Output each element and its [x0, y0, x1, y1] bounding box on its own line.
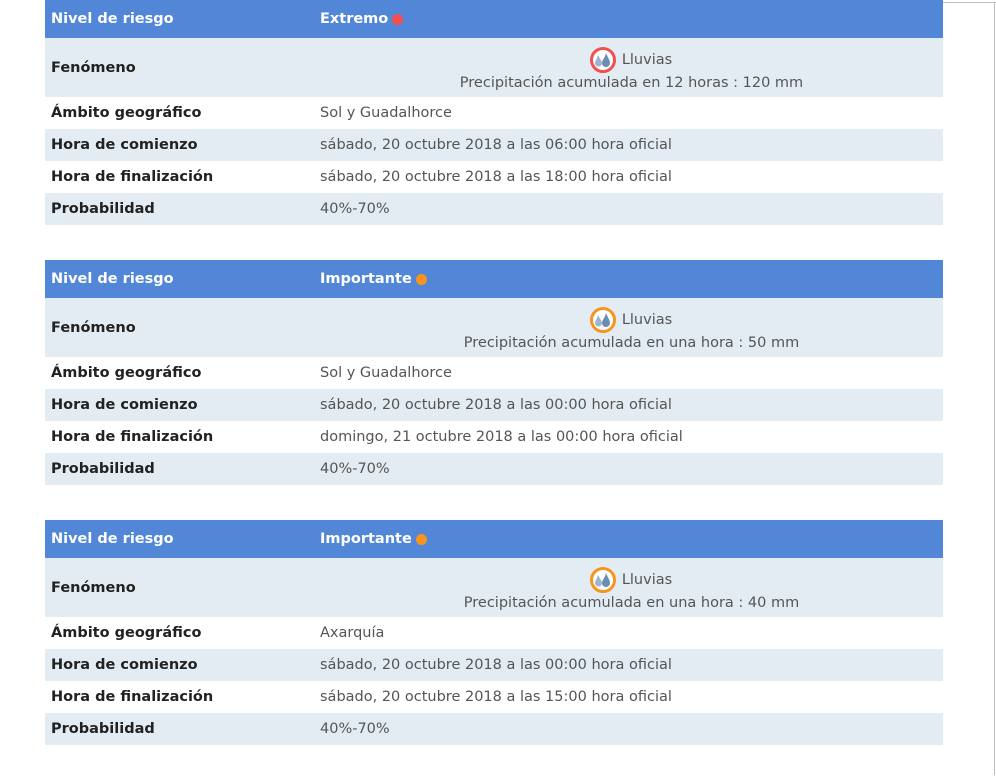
rain-drops-icon	[589, 306, 616, 333]
rain-drops-icon	[589, 566, 616, 593]
frame-border-top	[942, 2, 996, 3]
phenomenon-value: Lluvias Precipitación acumulada en una h…	[320, 558, 943, 617]
end-label: Hora de finalización	[51, 429, 214, 445]
start-row: Hora de comienzo sábado, 20 octubre 2018…	[45, 389, 943, 421]
start-label: Hora de comienzo	[51, 137, 198, 153]
alert-header-row: Nivel de riesgo Extremo	[45, 0, 943, 38]
start-value: sábado, 20 octubre 2018 a las 00:00 hora…	[320, 657, 672, 673]
end-row: Hora de finalización domingo, 21 octubre…	[45, 421, 943, 453]
alert-table: Nivel de riesgo Extremo Fenómeno Lluvias…	[45, 0, 943, 225]
phenomenon-detail: Precipitación acumulada en una hora : 40…	[463, 594, 800, 611]
probability-row: Probabilidad 40%-70%	[45, 713, 943, 745]
start-value: sábado, 20 octubre 2018 a las 06:00 hora…	[320, 137, 672, 153]
risk-level-value: Importante	[320, 520, 943, 558]
phenomenon-name: Lluvias	[621, 51, 673, 68]
area-row: Ámbito geográfico Sol y Guadalhorce	[45, 357, 943, 389]
end-label: Hora de finalización	[51, 689, 214, 705]
probability-row: Probabilidad 40%-70%	[45, 193, 943, 225]
level-dot-icon	[415, 274, 427, 285]
risk-level-label: Nivel de riesgo	[51, 11, 174, 27]
area-value: Sol y Guadalhorce	[320, 365, 452, 381]
probability-row: Probabilidad 40%-70%	[45, 453, 943, 485]
probability-value: 40%-70%	[320, 721, 390, 737]
area-value: Sol y Guadalhorce	[320, 105, 452, 121]
end-label: Hora de finalización	[51, 169, 214, 185]
start-label: Hora de comienzo	[51, 657, 198, 673]
risk-level-label: Nivel de riesgo	[51, 271, 174, 287]
area-label: Ámbito geográfico	[51, 105, 202, 121]
alert-table: Nivel de riesgo Importante Fenómeno Lluv…	[45, 260, 943, 485]
area-row: Ámbito geográfico Axarquía	[45, 617, 943, 649]
phenomenon-name: Lluvias	[621, 311, 673, 328]
phenomenon-label: Fenómeno	[51, 59, 136, 76]
end-value: domingo, 21 octubre 2018 a las 00:00 hor…	[320, 429, 683, 445]
phenomenon-label: Fenómeno	[51, 319, 136, 336]
rain-drops-icon	[589, 46, 616, 73]
probability-value: 40%-70%	[320, 461, 390, 477]
frame-border-right	[994, 2, 995, 775]
area-label: Ámbito geográfico	[51, 365, 202, 381]
risk-level-text: Importante	[320, 531, 412, 547]
risk-level-text: Importante	[320, 271, 412, 287]
level-dot-icon	[392, 14, 404, 25]
end-row: Hora de finalización sábado, 20 octubre …	[45, 161, 943, 193]
end-row: Hora de finalización sábado, 20 octubre …	[45, 681, 943, 713]
risk-level-value: Extremo	[320, 0, 943, 38]
end-value: sábado, 20 octubre 2018 a las 18:00 hora…	[320, 169, 672, 185]
risk-level-text: Extremo	[320, 11, 389, 27]
level-dot-icon	[415, 534, 427, 545]
area-value: Axarquía	[320, 625, 385, 641]
probability-value: 40%-70%	[320, 201, 390, 217]
probability-label: Probabilidad	[51, 201, 155, 217]
phenomenon-row: Fenómeno Lluvias Precipitación acumulada…	[45, 38, 943, 97]
start-value: sábado, 20 octubre 2018 a las 00:00 hora…	[320, 397, 672, 413]
phenomenon-row: Fenómeno Lluvias Precipitación acumulada…	[45, 558, 943, 617]
alert-list: Nivel de riesgo Extremo Fenómeno Lluvias…	[45, 0, 943, 780]
risk-level-label: Nivel de riesgo	[51, 531, 174, 547]
start-row: Hora de comienzo sábado, 20 octubre 2018…	[45, 649, 943, 681]
alert-table: Nivel de riesgo Importante Fenómeno Lluv…	[45, 520, 943, 745]
phenomenon-detail: Precipitación acumulada en una hora : 50…	[463, 334, 800, 351]
phenomenon-name: Lluvias	[621, 571, 673, 588]
alert-header-row: Nivel de riesgo Importante	[45, 520, 943, 558]
phenomenon-detail: Precipitación acumulada en 12 horas : 12…	[459, 74, 804, 91]
end-value: sábado, 20 octubre 2018 a las 15:00 hora…	[320, 689, 672, 705]
area-label: Ámbito geográfico	[51, 625, 202, 641]
area-row: Ámbito geográfico Sol y Guadalhorce	[45, 97, 943, 129]
phenomenon-value: Lluvias Precipitación acumulada en una h…	[320, 298, 943, 357]
phenomenon-row: Fenómeno Lluvias Precipitación acumulada…	[45, 298, 943, 357]
phenomenon-value: Lluvias Precipitación acumulada en 12 ho…	[320, 38, 943, 97]
start-label: Hora de comienzo	[51, 397, 198, 413]
start-row: Hora de comienzo sábado, 20 octubre 2018…	[45, 129, 943, 161]
phenomenon-label: Fenómeno	[51, 579, 136, 596]
risk-level-value: Importante	[320, 260, 943, 298]
probability-label: Probabilidad	[51, 721, 155, 737]
alert-header-row: Nivel de riesgo Importante	[45, 260, 943, 298]
probability-label: Probabilidad	[51, 461, 155, 477]
